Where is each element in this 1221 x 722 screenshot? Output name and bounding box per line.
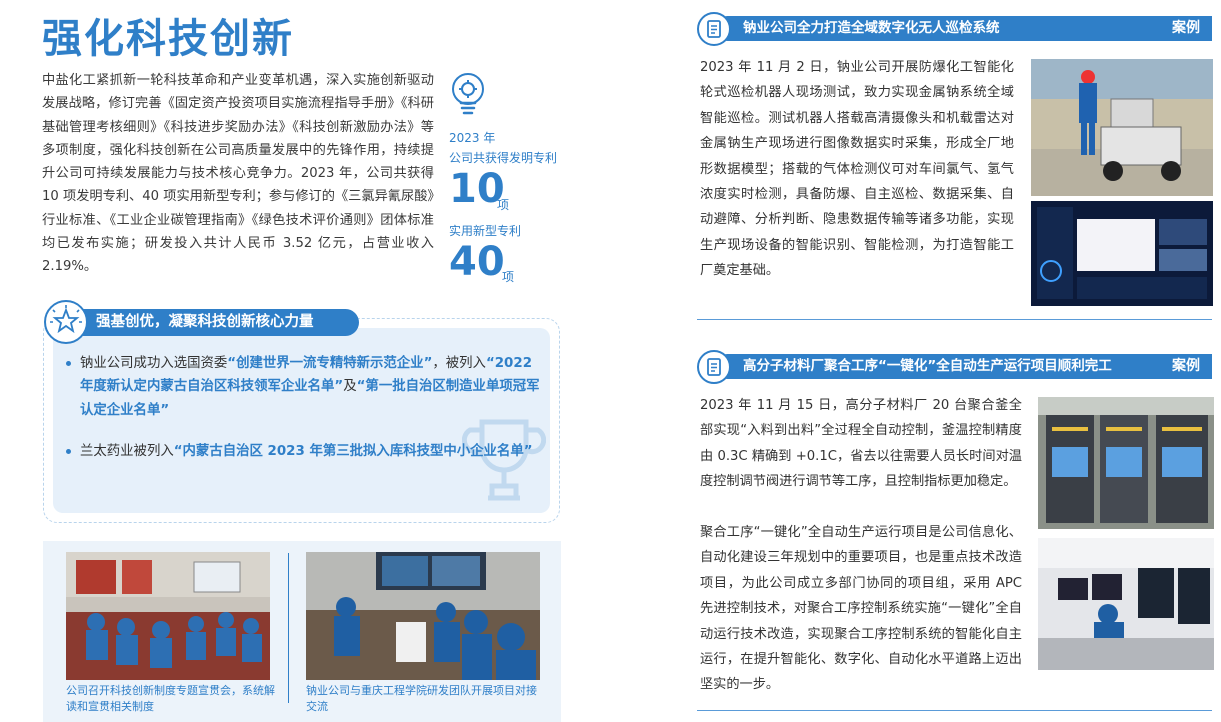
control-cabinet-photo xyxy=(1038,397,1214,529)
case-text-2a: 2023 年 11 月 15 日，高分子材料厂 20 台聚合釜全部实现“入料到出… xyxy=(700,398,1022,490)
stat-label-invention: 公司共获得发明专利 xyxy=(449,151,558,165)
section-title: 强基创优，凝聚科技创新核心力量 xyxy=(78,309,359,336)
case-text-1: 2023 年 11 月 2 日，钠业公司开展防爆化工智能化轮式巡检机器人现场测试… xyxy=(700,60,1014,279)
exchange-photo xyxy=(306,552,540,680)
stat-unit-invention: 项 xyxy=(497,198,510,212)
meeting-photo xyxy=(66,552,270,680)
achievements-list: 钠业公司成功入选国资委“创建世界一流专精特新示范企业”，被列入“2022 年度新… xyxy=(64,352,540,481)
case-tag-1: 案例 xyxy=(1172,20,1200,36)
case-tag-2: 案例 xyxy=(1172,358,1200,374)
case-title-1: 钠业公司全力打造全域数字化无人巡检系统 xyxy=(743,20,1000,36)
stat-label-utility: 实用新型专利 xyxy=(449,224,522,238)
monitoring-screen-photo xyxy=(1031,201,1213,306)
case-header-2: 高分子材料厂聚合工序“一键化”全自动生产运行项目顺利完工 案例 xyxy=(697,350,1212,384)
document-icon xyxy=(697,12,731,46)
stat-num-utility: 40 xyxy=(449,239,505,285)
case-separator xyxy=(697,319,1212,320)
photo-divider xyxy=(288,553,289,703)
bottom-separator xyxy=(697,710,1212,711)
photo-caption-1: 公司召开科技创新制度专题宣贯会，系统解读和宣贯相关制度 xyxy=(66,684,275,713)
star-icon xyxy=(44,300,88,344)
list-item: 钠业公司成功入选国资委“创建世界一流专精特新示范企业”，被列入“2022 年度新… xyxy=(64,352,540,422)
stat-year: 2023 年 xyxy=(449,131,496,145)
photo-caption-2: 钠业公司与重庆工程学院研发团队开展项目对接交流 xyxy=(306,684,537,713)
robot-photo xyxy=(1031,59,1213,196)
lightbulb-icon xyxy=(452,73,484,115)
list-item: 兰太药业被列入“内蒙古自治区 2023 年第三批拟入库科技型中小企业名单” xyxy=(64,440,540,463)
case-text-2b: 聚合工序“一键化”全自动生产运行项目是公司信息化、自动化建设三年规划中的重要项目… xyxy=(700,525,1022,693)
intro-paragraph: 中盐化工紧抓新一轮科技革命和产业变革机遇，深入实施创新驱动发展战略，修订完善《固… xyxy=(42,73,434,275)
case-title-2: 高分子材料厂聚合工序“一键化”全自动生产运行项目顺利完工 xyxy=(743,358,1112,374)
case-header-1: 钠业公司全力打造全域数字化无人巡检系统 案例 xyxy=(697,12,1212,46)
stat-unit-utility: 项 xyxy=(502,270,515,284)
document-icon xyxy=(697,350,731,384)
page-title: 强化科技创新 xyxy=(42,16,294,62)
control-room-photo xyxy=(1038,538,1214,670)
